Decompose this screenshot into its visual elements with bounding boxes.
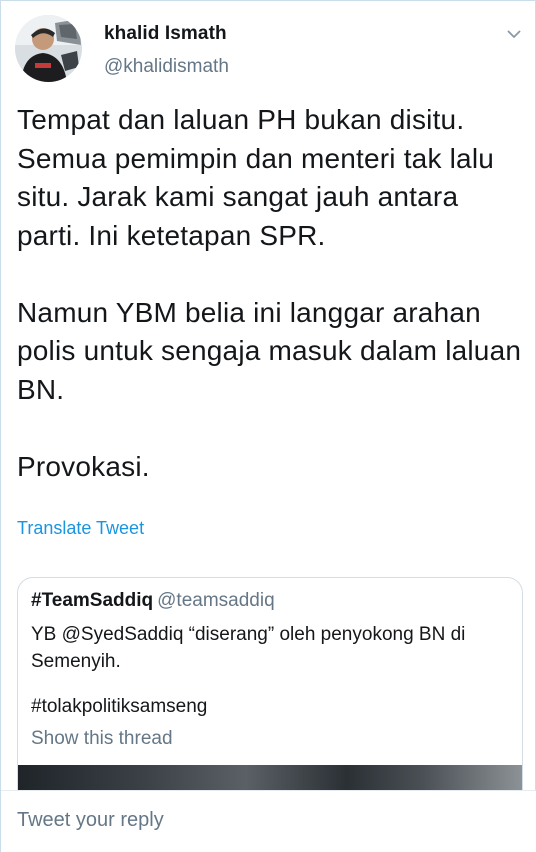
tweet-text: Tempat dan laluan PH bukan disitu. Semua… bbox=[17, 104, 522, 482]
quoted-tweet-header: #TeamSaddiq @teamsaddiq bbox=[31, 590, 275, 612]
quoted-handle: @teamsaddiq bbox=[157, 590, 275, 611]
handle[interactable]: @khalidismath bbox=[104, 56, 229, 78]
show-thread-link[interactable]: Show this thread bbox=[31, 728, 173, 750]
reply-input[interactable] bbox=[1, 791, 536, 852]
translate-tweet-link[interactable]: Translate Tweet bbox=[17, 518, 144, 539]
tweet-frame: khalid Ismath @khalidismath Tempat dan l… bbox=[0, 0, 536, 852]
quoted-tweet[interactable]: #TeamSaddiq @teamsaddiq YB @SyedSaddiq “d… bbox=[17, 577, 523, 807]
quoted-display-name: #TeamSaddiq bbox=[31, 590, 154, 611]
chevron-down-icon[interactable] bbox=[505, 25, 523, 43]
quoted-hashtag[interactable]: #tolakpolitiksamseng bbox=[31, 696, 207, 718]
quoted-tweet-text: YB @SyedSaddiq “diserang” oleh penyokong… bbox=[31, 624, 466, 672]
avatar[interactable] bbox=[15, 15, 82, 82]
avatar-image bbox=[15, 15, 82, 82]
display-name[interactable]: khalid Ismath bbox=[104, 23, 227, 45]
